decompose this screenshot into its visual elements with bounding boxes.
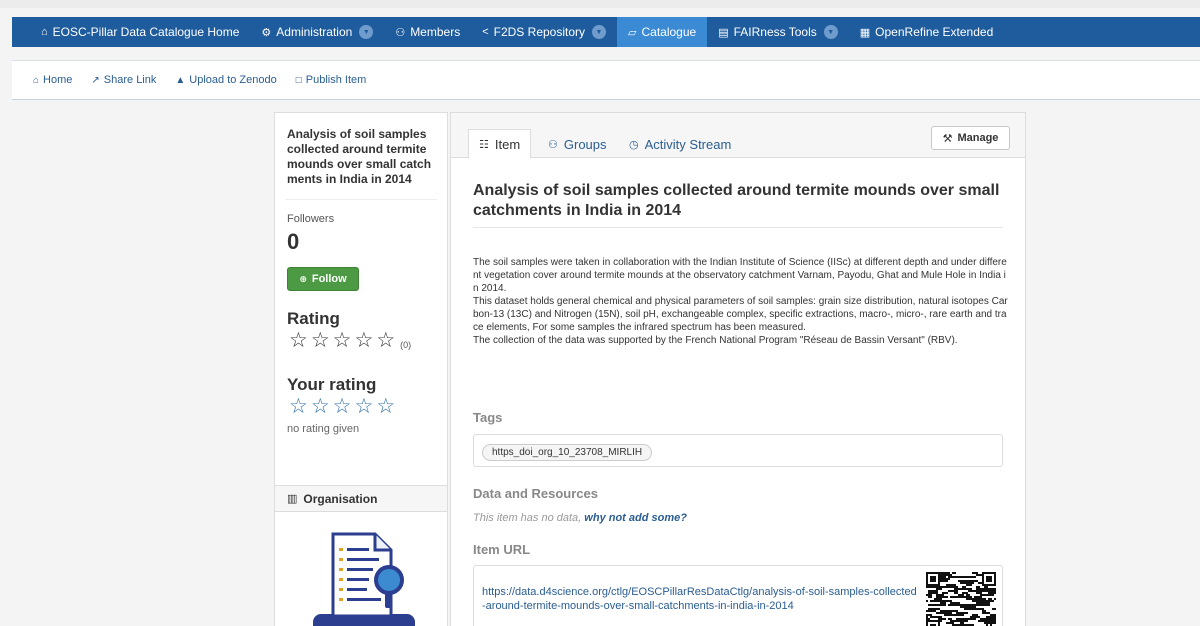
users-icon: ⚇ [395,26,406,39]
nav-item-label: OpenRefine Extended [875,25,994,39]
nav-item-label: Catalogue [641,25,697,39]
rate-star-icon[interactable]: ☆ [289,395,308,419]
browser-top-strip [0,0,1200,8]
subnav-label: Share Link [103,74,157,86]
organisation-logo[interactable] [303,526,423,626]
home-icon: ⌂ [41,26,48,38]
clipboard-icon: ▤ [718,26,729,39]
sub-navbar: ⌂ Home ↗ Share Link ▲ Upload to Zenodo □ Publis… [12,60,1200,100]
tab-activity-stream[interactable]: ◷ Activity Stream [619,129,741,159]
description-paragraph: This dataset holds general chemical and … [473,296,1008,333]
share-link-icon: ↗ [91,74,100,86]
plus-circle-icon: ⊕ [299,273,307,284]
subnav-publish-item[interactable]: □ Publish Item [296,74,367,86]
nav-item-members[interactable]: ⚇ Members [384,17,471,47]
subnav-upload-to-zenodo[interactable]: ▲ Upload to Zenodo [175,74,276,86]
star-outline-icon: ☆ [376,329,396,352]
building-icon: ▥ [287,493,298,505]
share-icon: < [482,26,489,38]
tag-pill[interactable]: https_doi_org_10_23708_MIRLIH [482,444,653,461]
followers-label: Followers [287,213,335,225]
tags-heading: Tags [473,410,503,425]
tags-box: https_doi_org_10_23708_MIRLIH [473,434,1003,467]
nav-item-label: F2DS Repository [493,25,586,39]
rate-star-icon[interactable]: ☆ [311,395,330,419]
no-data-text: This item has no data, [473,512,582,524]
chevron-down-icon[interactable]: ▼ [359,25,374,39]
follow-button-label: Follow [311,273,347,285]
rating-count: (0) [400,340,412,350]
your-rating-stars: ☆ ☆ ☆ ☆ ☆ [275,395,447,419]
subnav-label: Upload to Zenodo [189,74,277,86]
nav-item-catalogue[interactable]: ▱ Catalogue [617,17,708,47]
title-divider [473,227,1003,228]
tab-item[interactable]: ☷ Item [468,129,532,159]
item-description: The soil samples were taken in collabora… [473,256,1011,347]
rating-heading: Rating [287,309,340,328]
nav-item-fairness-tools[interactable]: ▤ FAIRness Tools ▼ [707,17,849,47]
no-rating-text: no rating given [287,423,360,435]
rate-star-icon[interactable]: ☆ [376,395,395,419]
nav-item-f2ds-repository[interactable]: < F2DS Repository ▼ [471,17,617,47]
document-icon: □ [295,74,302,86]
data-resources-heading: Data and Resources [473,486,598,501]
tab-activity-label: Activity Stream [644,136,732,152]
book-icon: ▱ [628,26,637,39]
tabs-bar: ☷ Item ⚇ Groups ◷ Activity Stream ⚒ Mana… [451,113,1025,159]
subnav-label: Home [43,74,73,86]
manage-button[interactable]: ⚒ Manage [931,126,1010,150]
table-icon: ▦ [859,26,871,39]
nav-item-eosc-pillar-data-catalogue-home[interactable]: ⌂ EOSC-Pillar Data Catalogue Home [30,17,250,47]
manage-button-label: Manage [957,132,999,144]
tab-groups[interactable]: ⚇ Groups [538,129,617,159]
star-outline-icon: ☆ [289,329,308,352]
your-rating-heading: Your rating [287,375,377,394]
nav-item-label: FAIRness Tools [733,25,817,39]
item-sidebar: Analysis of soil samples collected aroun… [274,112,448,626]
rating-stars: ☆ ☆ ☆ ☆ ☆ (0) [275,329,447,353]
item-url-heading: Item URL [473,542,531,557]
sitemap-icon: ☷ [479,138,489,151]
home-icon: ⌂ [33,74,40,86]
no-data-message: This item has no data, why not add some? [473,512,687,524]
add-data-link[interactable]: why not add some? [584,512,687,524]
top-navbar: ⌂ EOSC-Pillar Data Catalogue Home ⚙ Adminis… [12,17,1200,47]
nav-item-administration[interactable]: ⚙ Administration ▼ [250,17,384,47]
tab-groups-label: Groups [563,136,607,152]
rate-star-icon[interactable]: ☆ [333,395,352,419]
subnav-share-link[interactable]: ↗ Share Link [91,74,156,86]
tab-item-label: Item [494,136,521,152]
rate-star-icon[interactable]: ☆ [354,395,373,419]
chevron-down-icon[interactable]: ▼ [592,25,607,39]
gear-icon: ⚙ [261,26,272,39]
followers-count: 0 [287,229,300,254]
nav-item-openrefine-extended[interactable]: ▦ OpenRefine Extended [849,17,1005,47]
star-outline-icon: ☆ [354,329,374,352]
chevron-down-icon[interactable]: ▼ [823,25,838,39]
organisation-label: Organisation [303,491,378,506]
item-url-box: https://data.d4science.org/ctlg/EOSCPill… [473,565,1003,626]
organisation-heading: ▥ Organisation [275,486,447,512]
star-outline-icon: ☆ [332,329,352,352]
item-url-link[interactable]: https://data.d4science.org/ctlg/EOSCPill… [482,585,918,613]
upload-icon: ▲ [175,74,186,86]
follow-button[interactable]: ⊕ Follow [287,267,359,291]
users-icon: ⚇ [548,138,558,151]
clock-icon: ◷ [629,138,639,151]
organisation-panel: ▥ Organisation [275,485,447,626]
wrench-icon: ⚒ [942,132,953,145]
item-title: Analysis of soil samples collected aroun… [473,182,1000,219]
star-outline-icon: ☆ [310,329,330,352]
description-paragraph: The collection of the data was supported… [473,335,958,346]
item-main-panel: ☷ Item ⚇ Groups ◷ Activity Stream ⚒ Mana… [450,112,1026,626]
subnav-home[interactable]: ⌂ Home [33,74,72,86]
subnav-label: Publish Item [305,74,367,86]
nav-item-label: Members [410,25,461,39]
nav-item-label: EOSC-Pillar Data Catalogue Home [52,25,240,39]
description-paragraph: The soil samples were taken in collabora… [473,257,1007,294]
sidebar-item-title: Analysis of soil samples collected aroun… [287,127,432,186]
nav-item-label: Administration [276,25,353,39]
qr-code-icon [926,572,996,626]
